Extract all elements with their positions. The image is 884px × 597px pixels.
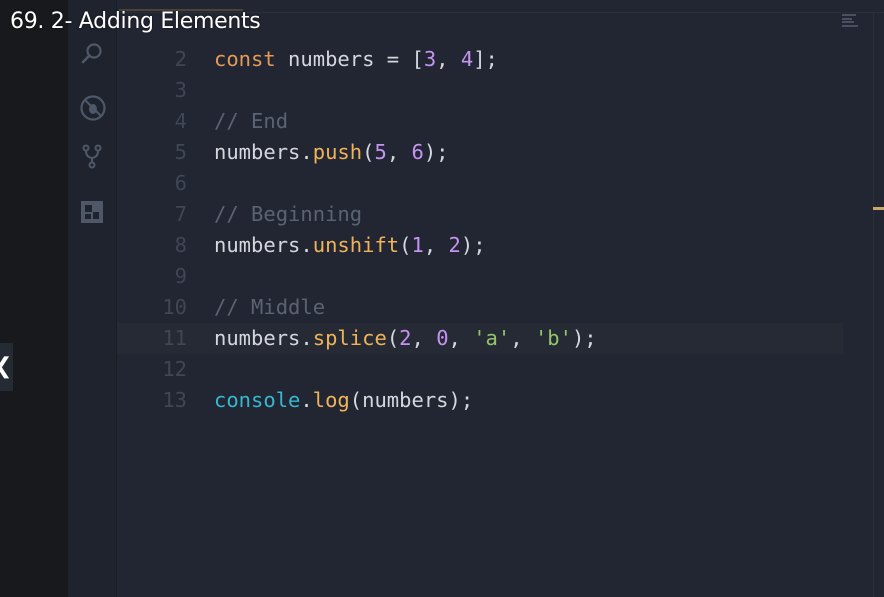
- token-txt: (: [386, 326, 400, 350]
- token-txt: numbers.: [214, 233, 313, 257]
- token-obj: console: [214, 388, 301, 412]
- token-num: 3: [423, 47, 437, 71]
- line-number: 2: [174, 47, 187, 71]
- token-num: 6: [411, 140, 424, 164]
- line-number: 3: [174, 78, 187, 102]
- token-num: 5: [374, 140, 387, 164]
- extensions-icon[interactable]: [80, 200, 104, 224]
- token-txt: ,: [423, 233, 449, 257]
- code-line[interactable]: 11 numbers.splice(2, 0, 'a', 'b');: [117, 323, 843, 354]
- token-cm: // End: [214, 109, 289, 133]
- code-text: // Middle: [214, 292, 325, 323]
- token-txt: (numbers);: [349, 388, 474, 412]
- code-line[interactable]: 3: [117, 75, 843, 106]
- code-text: console.log(numbers);: [214, 385, 473, 416]
- token-kw: const: [214, 47, 276, 71]
- token-str: 'b': [534, 326, 572, 350]
- activity-bar: [68, 0, 116, 597]
- token-fn: unshift: [312, 233, 400, 257]
- code-line[interactable]: 2 const numbers = [3, 4];: [117, 44, 843, 75]
- token-num: 2: [399, 326, 412, 350]
- line-number: 13: [162, 388, 187, 412]
- code-line[interactable]: 12: [117, 354, 843, 385]
- code-line[interactable]: 13 console.log(numbers);: [117, 385, 843, 416]
- code-text: // Beginning: [214, 199, 362, 230]
- line-number: 8: [174, 233, 187, 257]
- token-txt: );: [460, 233, 486, 257]
- token-num: 0: [436, 326, 449, 350]
- token-num: 4: [460, 47, 474, 71]
- code-text: // End: [214, 106, 288, 137]
- token-fn: log: [312, 388, 350, 412]
- token-txt: ,: [411, 326, 437, 350]
- token-txt: numbers.: [214, 326, 313, 350]
- code-line[interactable]: 4 // End: [117, 106, 843, 137]
- line-number: 7: [174, 202, 187, 226]
- token-txt: );: [571, 326, 597, 350]
- token-txt: ,: [436, 47, 461, 71]
- token-str: 'a': [473, 326, 511, 350]
- code-line[interactable]: 5 numbers.push(5, 6);: [117, 137, 843, 168]
- line-number: 11: [162, 326, 187, 350]
- chevron-left-icon: ❮: [0, 343, 12, 391]
- token-num: 1: [411, 233, 424, 257]
- code-text: numbers.push(5, 6);: [214, 137, 449, 168]
- code-editor[interactable]: 2 const numbers = [3, 4]; 3 4// End 5 numbers…: [116, 0, 884, 597]
- token-cm: // Beginning: [214, 202, 363, 226]
- line-number: 12: [162, 357, 187, 381]
- token-fn: splice: [312, 326, 387, 350]
- code-line[interactable]: 7 // Beginning: [117, 199, 843, 230]
- vertical-scrollbar[interactable]: [873, 12, 874, 597]
- code-line[interactable]: 6: [117, 168, 843, 199]
- token-txt: .: [300, 388, 313, 412]
- minimap[interactable]: [842, 14, 862, 30]
- token-txt: ,: [510, 326, 535, 350]
- debug-icon[interactable]: [80, 95, 106, 121]
- token-txt: numbers.: [214, 140, 313, 164]
- source-control-icon[interactable]: [80, 144, 104, 169]
- code-text: const numbers = [3, 4];: [214, 44, 498, 75]
- token-txt: (: [399, 233, 412, 257]
- token-txt: ];: [473, 47, 498, 71]
- code-line[interactable]: 10 // Middle: [117, 292, 843, 323]
- token-txt: ,: [448, 326, 474, 350]
- line-number: 5: [174, 140, 187, 164]
- token-txt: numbers = [: [275, 47, 424, 71]
- line-number: 9: [174, 264, 187, 288]
- code-line[interactable]: 9: [117, 261, 843, 292]
- code-line[interactable]: 8 numbers.unshift(1, 2);: [117, 230, 843, 261]
- scrollbar-cursor-marker: [873, 207, 884, 210]
- token-txt: );: [423, 140, 449, 164]
- token-num: 2: [448, 233, 461, 257]
- token-fn: push: [312, 140, 363, 164]
- line-number: 6: [174, 171, 187, 195]
- video-title: 69. 2- Adding Elements: [10, 9, 261, 34]
- token-cm: // Middle: [214, 295, 326, 319]
- code-text: numbers.splice(2, 0, 'a', 'b');: [214, 323, 597, 354]
- code-text: numbers.unshift(1, 2);: [214, 230, 486, 261]
- line-number: 10: [162, 295, 187, 319]
- token-txt: (: [362, 140, 375, 164]
- line-number: 4: [174, 109, 187, 133]
- previous-button[interactable]: ❮: [0, 343, 13, 391]
- token-txt: ,: [386, 140, 412, 164]
- search-icon[interactable]: [80, 42, 104, 66]
